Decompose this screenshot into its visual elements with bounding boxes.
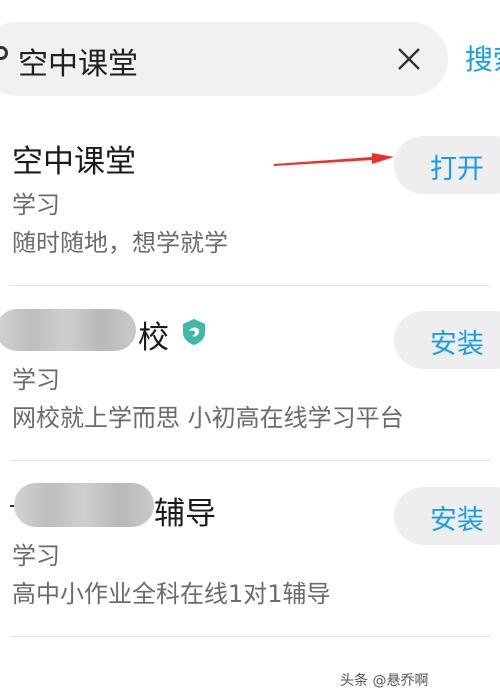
search-button[interactable]: 搜索 bbox=[465, 38, 500, 78]
app-category: 学习 bbox=[12, 542, 60, 570]
app-category: 学习 bbox=[12, 366, 60, 394]
app-name-suffix: 辅导 bbox=[154, 496, 216, 532]
list-item[interactable]: 空中课堂 学习 随时随地，想学就学 打开 bbox=[0, 110, 500, 286]
app-name: 空中课堂 bbox=[12, 144, 136, 180]
open-button[interactable]: 打开 bbox=[394, 136, 500, 194]
app-name-suffix: 校 bbox=[138, 320, 169, 356]
close-icon[interactable] bbox=[394, 44, 424, 74]
app-description: 随时随地，想学就学 bbox=[12, 229, 228, 257]
blurred-app-name bbox=[0, 309, 136, 351]
search-input[interactable]: 空中课堂 bbox=[18, 39, 138, 83]
list-item[interactable]: 辅导 学习 高中小作业全科在线1对1辅导 安装 bbox=[0, 461, 500, 637]
install-button-label: 安装 bbox=[430, 329, 484, 360]
watermark: 头条 @悬乔啊 bbox=[340, 673, 429, 689]
list-item[interactable]: 校 学习 网校就上学而思 小初高在线学习平台 安装 bbox=[0, 285, 500, 461]
divider bbox=[10, 636, 490, 637]
red-arrow-icon bbox=[274, 153, 394, 166]
app-category: 学习 bbox=[12, 191, 60, 219]
verified-badge-icon bbox=[183, 319, 205, 345]
install-button[interactable]: 安装 bbox=[394, 487, 500, 545]
install-button-label: 安装 bbox=[430, 505, 484, 536]
open-button-label: 打开 bbox=[430, 154, 484, 185]
app-description: 网校就上学而思 小初高在线学习平台 bbox=[12, 404, 404, 432]
blurred-app-name bbox=[14, 483, 154, 527]
install-button[interactable]: 安装 bbox=[394, 311, 500, 369]
app-description: 高中小作业全科在线1对1辅导 bbox=[12, 580, 331, 608]
